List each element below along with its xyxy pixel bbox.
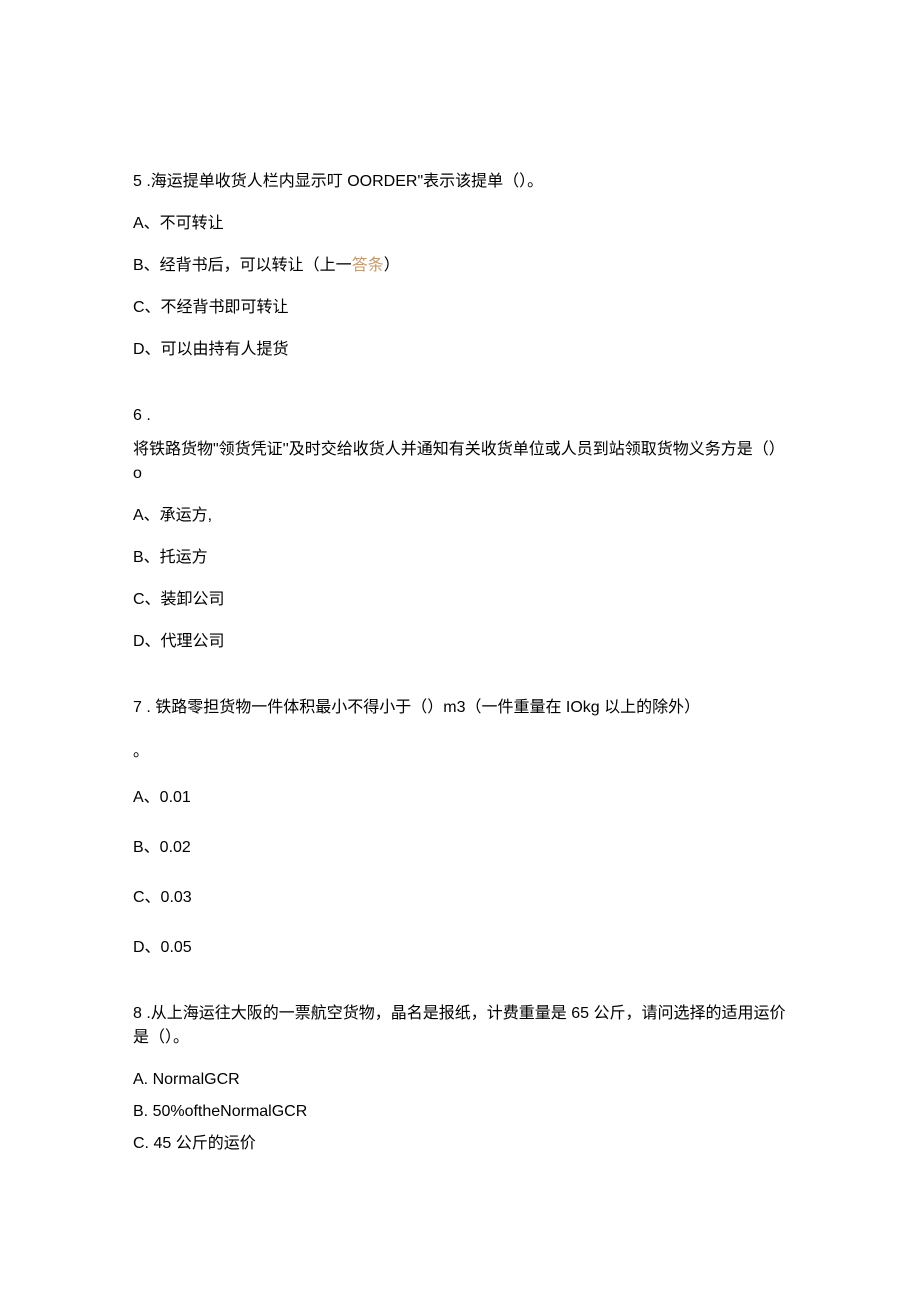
answer-link[interactable]: 答条 [352, 257, 384, 274]
question-6-option-c: C、装卸公司 [133, 588, 787, 612]
question-8-option-c: C. 45 公斤的运价 [133, 1132, 787, 1156]
question-8: 8 .从上海运往大阪的一票航空货物，晶名是报纸，计费重量是 65 公斤，请问选择… [133, 1002, 787, 1156]
question-5: 5 .海运提单收货人栏内显示叮 OORDER"表示该提单（）。 A、不可转让 B… [133, 170, 787, 362]
question-6-number: 6 . [133, 404, 787, 428]
question-6-option-d: D、代理公司 [133, 630, 787, 654]
question-7: 7 . 铁路零担货物一件体积最小不得小于（）m3（一件重量在 IOkg 以上的除… [133, 696, 787, 960]
option-b-prefix: B、经背书后，可以转让（上一 [133, 257, 352, 274]
question-5-option-a: A、不可转让 [133, 212, 787, 236]
question-7-stem-line1: 7 . 铁路零担货物一件体积最小不得小于（）m3（一件重量在 IOkg 以上的除… [133, 696, 787, 720]
question-7-stem-line2: 。 [133, 740, 787, 764]
question-8-stem: 8 .从上海运往大阪的一票航空货物，晶名是报纸，计费重量是 65 公斤，请问选择… [133, 1002, 787, 1050]
document-page: 5 .海运提单收货人栏内显示叮 OORDER"表示该提单（）。 A、不可转让 B… [0, 0, 920, 1301]
question-7-option-c: C、0.03 [133, 886, 787, 910]
question-8-option-a: A. NormalGCR [133, 1068, 787, 1092]
question-6-option-b: B、托运方 [133, 546, 787, 570]
question-5-option-c: C、不经背书即可转让 [133, 296, 787, 320]
question-8-option-b: B. 50%oftheNormalGCR [133, 1100, 787, 1124]
question-6-stem: 将铁路货物"领货凭证''及时交给收货人并通知有关收货单位或人员到站领取货物义务方… [133, 438, 787, 486]
question-6-option-a: A、承运方, [133, 504, 787, 528]
question-6: 6 . 将铁路货物"领货凭证''及时交给收货人并通知有关收货单位或人员到站领取货… [133, 404, 787, 654]
question-5-option-b: B、经背书后，可以转让（上一答条） [133, 254, 787, 278]
question-5-option-d: D、可以由持有人提货 [133, 338, 787, 362]
question-5-stem: 5 .海运提单收货人栏内显示叮 OORDER"表示该提单（）。 [133, 170, 787, 194]
option-b-suffix: ） [384, 257, 400, 274]
question-7-option-a: A、0.01 [133, 786, 787, 810]
question-7-option-d: D、0.05 [133, 936, 787, 960]
question-7-option-b: B、0.02 [133, 836, 787, 860]
